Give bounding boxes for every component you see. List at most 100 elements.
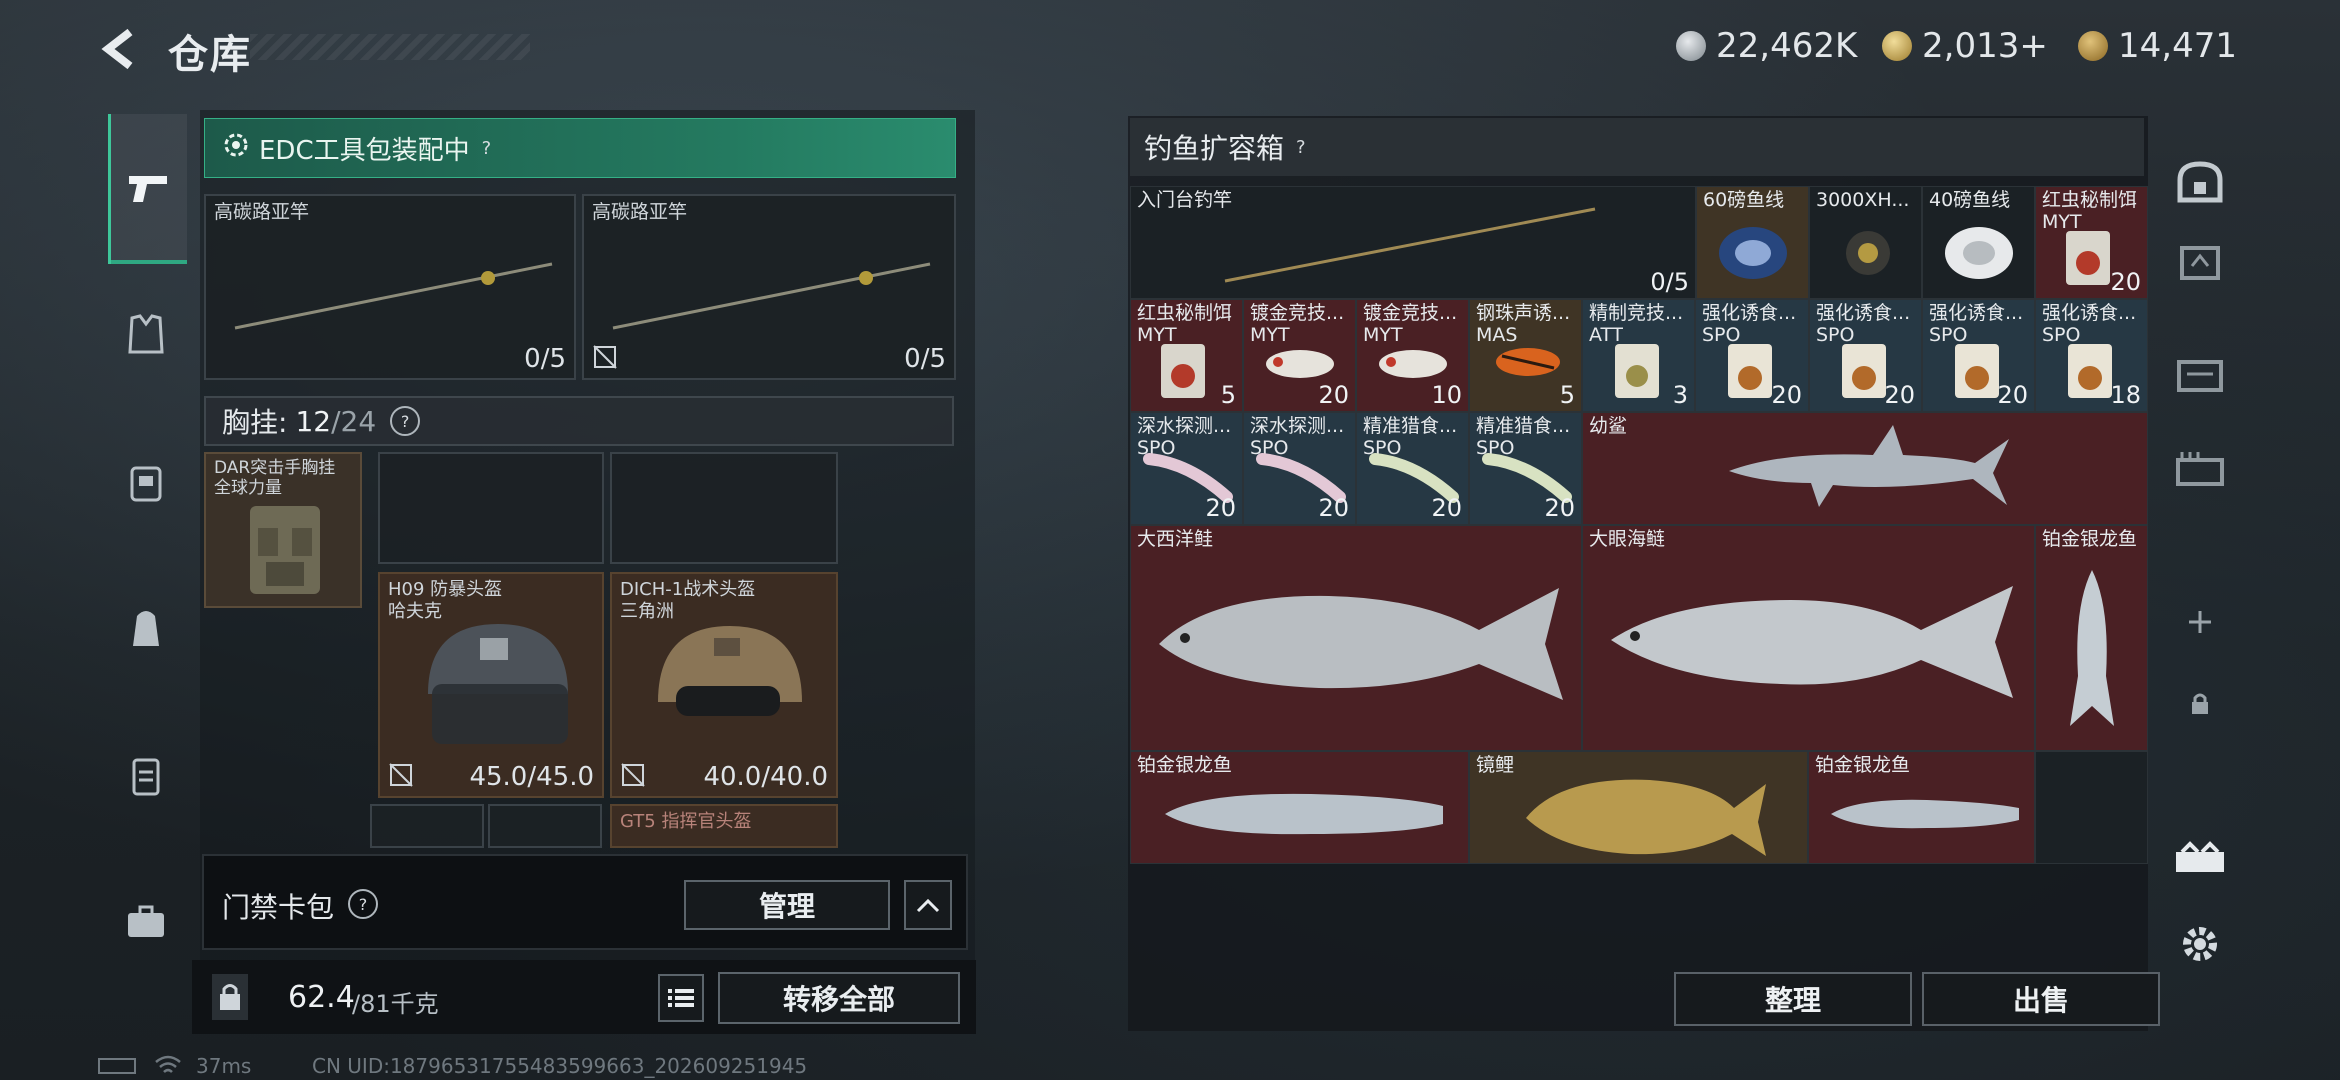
item-lure-enh-3[interactable]: 强化诱食... SPO 20 xyxy=(1922,299,2035,412)
fishing-container-title: 钓鱼扩容箱 xyxy=(1144,132,1285,165)
currency-gold: 2,013+ xyxy=(1882,26,2048,66)
rail-safe-box[interactable] xyxy=(2166,148,2234,216)
currency-gold-value: 2,013+ xyxy=(1922,26,2048,66)
item-lure-gold-2[interactable]: 镀金竞技... MYT 10 xyxy=(1356,299,1469,412)
sort-button[interactable]: 整理 xyxy=(1674,972,1912,1026)
rod-slot-1[interactable]: 高碳路亚竿 0/5 xyxy=(204,194,576,380)
item-lure-enh-4[interactable]: 强化诱食... SPO 18 xyxy=(2035,299,2148,412)
backpack-icon xyxy=(133,611,159,646)
item-atlantic-salmon[interactable]: 大西洋鲑 xyxy=(1130,525,1582,751)
empty-slot[interactable] xyxy=(2035,751,2148,864)
rail-weapons[interactable] xyxy=(108,114,187,264)
chest-rig-max: /24 xyxy=(331,404,377,438)
item-name: 镀金竞技... xyxy=(1363,302,1458,324)
item-bait-red-2[interactable]: 红虫秘制饵 MYT 5 xyxy=(1130,299,1243,412)
fishing-rod-icon xyxy=(1224,207,1596,283)
item-lure-hunt-1[interactable]: 精准猎食... SPO 20 xyxy=(1356,412,1469,525)
weight-lock-icon xyxy=(212,974,248,1020)
tarpon-image xyxy=(1611,586,2013,698)
rail-armor[interactable] xyxy=(108,296,184,372)
plus-icon xyxy=(2189,611,2211,633)
help-icon[interactable]: ? xyxy=(1296,137,1306,158)
chest-rig-item[interactable]: DAR突击手胸挂 全球力量 xyxy=(204,452,362,608)
rail-chest-rig[interactable] xyxy=(108,444,184,520)
item-name: 高碳路亚竿 xyxy=(592,201,688,223)
collapse-button[interactable] xyxy=(904,880,952,930)
fishing-line-spool-icon xyxy=(1719,227,1787,279)
item-grid: 入门台钓竿 0/5 60磅鱼线 3000XH... 40磅鱼线 红虫秘制饵 MY… xyxy=(1130,186,2148,944)
item-arowana-2[interactable]: 铂金银龙鱼 xyxy=(1808,751,2035,864)
item-name: 精准猎食... xyxy=(1476,415,1571,437)
item-tarpon[interactable]: 大眼海鲢 xyxy=(1582,525,2035,751)
rail-pouch[interactable] xyxy=(108,738,184,814)
item-bait-fine[interactable]: 精制竞技... ATT 3 xyxy=(1582,299,1695,412)
help-icon[interactable]: ? xyxy=(348,889,378,919)
manage-button[interactable]: 管理 xyxy=(684,880,890,930)
item-line-40[interactable]: 40磅鱼线 xyxy=(1922,186,2035,299)
chest-rig-used: 12 xyxy=(295,404,332,438)
item-name: 3000XH... xyxy=(1816,189,1910,211)
back-button[interactable] xyxy=(96,26,142,72)
helmet-gt5[interactable]: GT5 指挥官头盔 xyxy=(610,804,838,848)
item-rod-entry[interactable]: 入门台钓竿 0/5 xyxy=(1130,186,1696,299)
item-lure-enh-1[interactable]: 强化诱食... SPO 20 xyxy=(1695,299,1809,412)
rail-container-3[interactable] xyxy=(2166,340,2234,408)
rail-locked-slot[interactable] xyxy=(2166,670,2234,738)
back-arrow-icon xyxy=(101,28,133,70)
list-view-button[interactable] xyxy=(658,974,704,1022)
rail-fishing-box[interactable] xyxy=(2166,824,2234,892)
rail-backpack[interactable] xyxy=(108,590,184,666)
item-lure-steel[interactable]: 钢珠声诱... MAS 5 xyxy=(1469,299,1582,412)
settings-button[interactable] xyxy=(2166,910,2234,978)
item-shark[interactable]: 幼鲨 xyxy=(1582,412,2148,525)
no-insure-icon xyxy=(593,345,617,369)
silver-coin-icon xyxy=(1676,31,1706,61)
help-icon[interactable]: ? xyxy=(390,406,421,436)
item-name: 大眼海鲢 xyxy=(1589,528,1666,550)
ammo-box-icon xyxy=(2176,452,2224,486)
item-name: 强化诱食... xyxy=(1929,302,2024,324)
item-name: 红虫秘制饵 xyxy=(1137,302,1233,324)
item-name: 精制竞技... xyxy=(1589,302,1684,324)
item-arowana-1[interactable]: 铂金银龙鱼 xyxy=(1130,751,1469,864)
rail-container-2[interactable] xyxy=(2166,226,2234,294)
rod-slot-2[interactable]: 高碳路亚竿 0/5 xyxy=(582,194,956,380)
item-lure-hunt-2[interactable]: 精准猎食... SPO 20 xyxy=(1469,412,1582,525)
item-bait-red-1[interactable]: 红虫秘制饵 MYT 20 xyxy=(2035,186,2148,299)
item-arowana-vertical[interactable]: 铂金银龙鱼 xyxy=(2035,525,2148,751)
helmet-dich1[interactable]: DICH-1战术头盔 三角洲 40.0/40.0 xyxy=(610,572,838,798)
item-name: 深水探测... xyxy=(1250,415,1345,437)
arowana-image xyxy=(1165,793,1443,835)
riot-helmet-image xyxy=(428,624,568,744)
empty-slot[interactable] xyxy=(610,452,838,564)
helmet-h09[interactable]: H09 防暴头盔 哈夫克 45.0/45.0 xyxy=(378,572,604,798)
item-name: DAR突击手胸挂 xyxy=(214,458,336,478)
empty-slot[interactable] xyxy=(378,452,604,564)
lure-icon xyxy=(1496,348,1560,376)
salmon-image xyxy=(1159,588,1563,700)
rail-container-4[interactable] xyxy=(2166,434,2234,502)
access-card-label: 门禁卡包 xyxy=(222,891,335,924)
empty-slot[interactable] xyxy=(370,804,484,848)
empty-slot[interactable] xyxy=(488,804,602,848)
item-lure-deep-1[interactable]: 深水探测... SPO 20 xyxy=(1130,412,1243,525)
chevron-up-icon xyxy=(916,898,940,913)
edc-toolkit-banner[interactable]: EDC工具包装配中 ? xyxy=(204,118,956,178)
item-mirror-carp[interactable]: 镜鲤 xyxy=(1469,751,1808,864)
shark-image xyxy=(1729,425,2009,507)
sell-button[interactable]: 出售 xyxy=(1922,972,2160,1026)
help-icon[interactable]: ? xyxy=(482,138,492,159)
currency-silver-value: 22,462K xyxy=(1716,26,1858,66)
item-lure-enh-2[interactable]: 强化诱食... SPO 20 xyxy=(1809,299,1922,412)
item-name: 镀金竞技... xyxy=(1250,302,1345,324)
item-reel[interactable]: 3000XH... xyxy=(1809,186,1922,299)
weight-max: /81千克 xyxy=(352,990,439,1018)
currency-bronze-value: 14,471 xyxy=(2118,26,2237,66)
item-lure-deep-2[interactable]: 深水探测... SPO 20 xyxy=(1243,412,1356,525)
transfer-all-button[interactable]: 转移全部 xyxy=(718,972,960,1024)
item-count: 0/5 xyxy=(904,344,946,374)
rail-add-container[interactable] xyxy=(2166,588,2234,656)
item-lure-gold-1[interactable]: 镀金竞技... MYT 20 xyxy=(1243,299,1356,412)
item-line-60[interactable]: 60磅鱼线 xyxy=(1696,186,1809,299)
rail-case[interactable] xyxy=(108,884,184,960)
